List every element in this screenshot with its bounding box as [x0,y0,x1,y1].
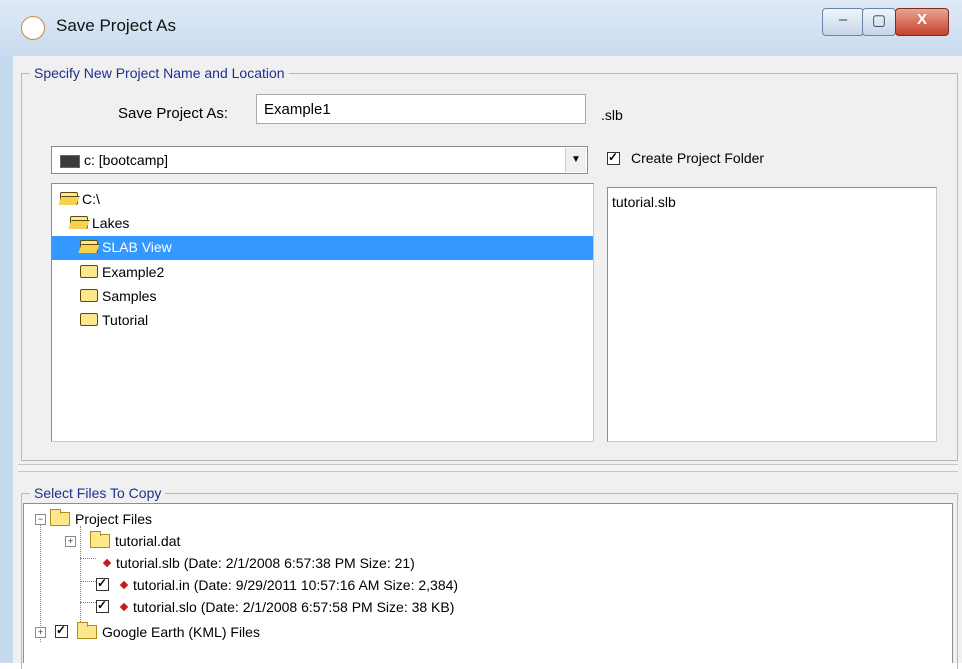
pane-splitter[interactable] [18,464,958,472]
folder-icon [90,531,110,548]
tree-item-label: Google Earth (KML) Files [102,624,260,640]
directory-label: Example2 [102,264,165,280]
checkmark-icon: ✓ [97,598,108,612]
directory-label: SLAB View [102,239,172,255]
dialog-window: Save Project As – ▢ X Specify New Projec… [0,0,962,669]
tree-item-checkbox[interactable]: ✓ [96,576,109,591]
directory-item[interactable]: Example2 [52,261,593,285]
close-icon: X [916,11,927,28]
directory-item[interactable]: Lakes [52,212,593,236]
directory-label: Lakes [92,215,130,231]
checkmark-icon: ✓ [608,150,619,164]
file-list[interactable]: tutorial.slb [607,187,937,442]
file-item[interactable]: tutorial.slb [612,194,676,210]
drive-value: c: [bootcamp] [84,152,169,168]
title-bar: Save Project As – ▢ X [0,0,962,56]
open-folder-icon [80,240,98,253]
file-diamond-icon [119,580,129,590]
directory-list[interactable]: C:\ Lakes SLAB View Example2 Samples Tut… [51,183,594,442]
create-folder-label: Create Project Folder [631,150,765,166]
folder-icon [80,313,98,326]
expand-toggle[interactable]: + [65,536,76,547]
folder-icon [50,509,70,526]
tree-item-checkbox[interactable]: ✓ [96,598,109,613]
create-folder-checkbox[interactable]: ✓ [607,150,620,165]
extension-label: .slb [601,107,623,123]
checkmark-icon: ✓ [56,623,67,637]
tree-item-checkbox[interactable]: ✓ [55,623,68,638]
drive-icon [60,155,80,168]
directory-item[interactable]: Samples [52,285,593,309]
open-folder-icon [60,192,78,205]
directory-label: C:\ [82,191,100,207]
minimize-button[interactable]: – [822,8,864,36]
dialog-body: Specify New Project Name and Location Sa… [13,56,962,669]
maximize-icon: ▢ [871,12,887,29]
directory-label: Tutorial [102,312,149,328]
tree-line [40,524,41,642]
chevron-down-icon: ▼ [571,154,581,165]
tree-line [80,526,81,622]
directory-label: Samples [102,288,157,304]
open-folder-icon [70,216,88,229]
app-icon [21,16,45,40]
drive-select[interactable]: c: [bootcamp] ▼ [51,146,588,174]
tree-item-label: tutorial.in (Date: 9/29/2011 10:57:16 AM… [133,577,459,593]
collapse-toggle[interactable]: − [35,514,46,525]
tree-item-label: tutorial.dat [115,533,181,549]
file-diamond-icon [102,558,112,568]
project-name-input[interactable] [256,94,586,124]
tree-item-label: tutorial.slb (Date: 2/1/2008 6:57:38 PM … [116,555,415,571]
tree-item-label: tutorial.slo (Date: 2/1/2008 6:57:58 PM … [133,599,455,615]
location-group-legend: Specify New Project Name and Location [30,65,289,81]
expand-toggle[interactable]: + [35,627,46,638]
close-button[interactable]: X [895,8,949,36]
tree-item-label: Project Files [75,511,153,527]
directory-item[interactable]: C:\ [52,188,593,212]
directory-item[interactable]: Tutorial [52,309,593,333]
file-diamond-icon [119,602,129,612]
window-title: Save Project As [56,16,177,35]
folder-icon [80,265,98,278]
minimize-icon: – [838,11,848,28]
tree-line [80,581,96,582]
tree-line [80,558,96,559]
files-to-copy-tree[interactable]: − Project Files + tutorial.dat tutorial.… [23,503,953,663]
folder-icon [77,622,97,639]
tree-line [80,602,96,603]
copy-group-legend: Select Files To Copy [30,485,166,501]
save-as-label: Save Project As: [118,105,229,122]
checkmark-icon: ✓ [97,576,108,590]
directory-item-selected[interactable]: SLAB View [52,236,593,260]
drive-dropdown-button[interactable]: ▼ [565,148,586,172]
maximize-button[interactable]: ▢ [862,8,896,36]
folder-icon [80,289,98,302]
